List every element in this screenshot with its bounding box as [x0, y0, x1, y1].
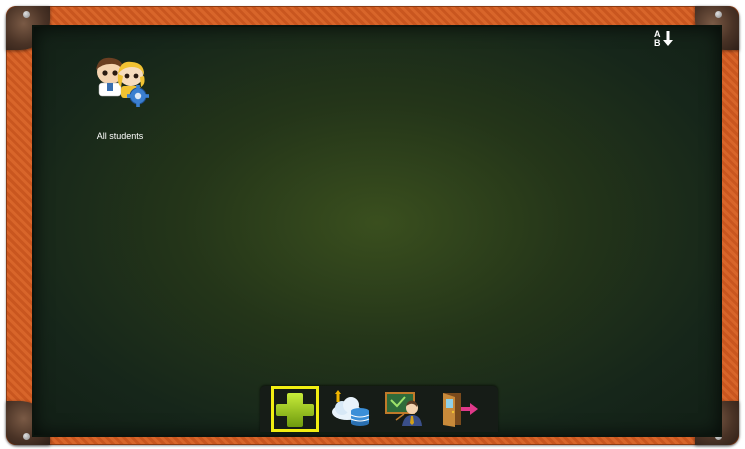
sort-arrow-icon: [663, 31, 673, 46]
teacher-button[interactable]: [380, 386, 428, 432]
group-all-students[interactable]: All students: [80, 52, 160, 144]
group-label: All students: [96, 131, 144, 141]
sort-button[interactable]: A B: [652, 30, 674, 50]
exit-button[interactable]: [435, 386, 483, 432]
cloud-backup-button[interactable]: [325, 386, 373, 432]
students-gear-icon: [96, 57, 149, 107]
add-plus-icon: [276, 393, 314, 427]
sort-az-icon: A B: [654, 29, 661, 48]
exit-door-icon: [443, 393, 478, 427]
bottom-toolbar: [260, 386, 498, 432]
add-button[interactable]: [271, 386, 319, 432]
cloud-database-upload-icon: [332, 390, 370, 426]
teacher-blackboard-icon: [385, 392, 422, 426]
